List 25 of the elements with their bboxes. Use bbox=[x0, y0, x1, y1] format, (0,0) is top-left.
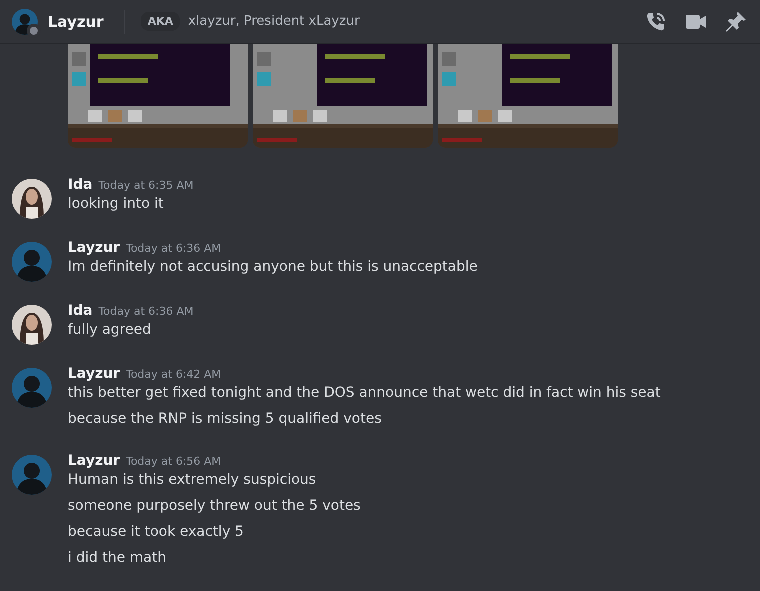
timestamp: Today at 6:42 AM bbox=[126, 368, 222, 381]
timestamp: Today at 6:36 AM bbox=[98, 305, 194, 318]
timestamp: Today at 6:35 AM bbox=[98, 179, 194, 192]
timestamp: Today at 6:36 AM bbox=[126, 242, 222, 255]
author-name[interactable]: Layzur bbox=[68, 453, 120, 469]
message-text: Im definitely not accusing anyone but this is unacceptable bbox=[68, 258, 478, 277]
author-name[interactable]: Ida bbox=[68, 177, 93, 193]
message-text: Human is this extremely suspicious bbox=[68, 471, 318, 490]
message-text: because it took exactly 5 bbox=[68, 523, 245, 542]
avatar-icon[interactable] bbox=[12, 305, 52, 345]
aka-badge: AKA bbox=[140, 12, 180, 31]
timestamp: Today at 6:56 AM bbox=[126, 455, 222, 468]
author-name[interactable]: Layzur bbox=[68, 240, 120, 256]
pin-icon[interactable] bbox=[724, 10, 748, 34]
author-name[interactable]: Layzur bbox=[68, 366, 120, 382]
message-text: fully agreed bbox=[68, 321, 152, 340]
message-text: someone purposely threw out the 5 votes bbox=[68, 497, 361, 516]
message-text: i did the math bbox=[68, 549, 168, 568]
aka-names: xlayzur, President xLayzur bbox=[188, 14, 360, 29]
author-name[interactable]: Ida bbox=[68, 303, 93, 319]
user-name: Layzur bbox=[48, 12, 104, 30]
message-text: this better get fixed tonight and the DOS announce that wetc did in fact win his seat bbox=[68, 384, 661, 403]
message-text: because the RNP is missing 5 qualified votes bbox=[68, 410, 383, 429]
avatar-icon[interactable] bbox=[12, 179, 52, 219]
message-text: looking into it bbox=[68, 195, 165, 214]
